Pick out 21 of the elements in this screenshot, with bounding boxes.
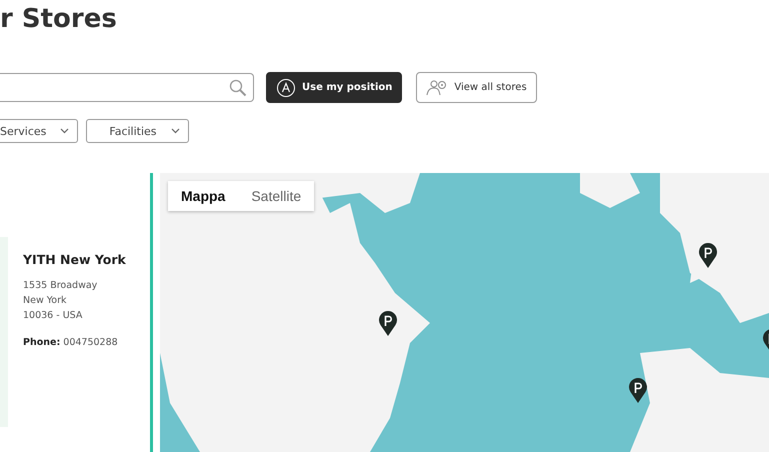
location-icon bbox=[276, 78, 296, 98]
store-address: 10036 - USA bbox=[23, 309, 84, 323]
map-type-tab[interactable]: Satellite bbox=[238, 181, 314, 211]
filter-dropdown[interactable]: Services bbox=[0, 119, 78, 143]
store-address: New York bbox=[23, 294, 68, 308]
chevron-icon bbox=[60, 128, 70, 134]
people-pin-icon bbox=[426, 78, 448, 96]
view-all-stores-button[interactable]: View all stores bbox=[416, 72, 537, 103]
search-field[interactable] bbox=[0, 73, 254, 102]
map-type-tab[interactable]: Mappa bbox=[168, 181, 238, 211]
page-title: r Stores bbox=[0, 3, 118, 36]
store-address: 1535 Broadway bbox=[23, 279, 98, 293]
map-pin-icon[interactable] bbox=[628, 378, 648, 404]
filter-dropdown[interactable]: Facilities bbox=[86, 119, 189, 143]
map-pin-icon[interactable] bbox=[698, 243, 718, 269]
map-pin-icon[interactable] bbox=[378, 311, 398, 337]
search-icon bbox=[229, 78, 247, 96]
store-name: YITH New York bbox=[23, 252, 126, 267]
store-phone: Phone: 004750288 bbox=[23, 337, 119, 348]
use-position-button[interactable]: Use my position bbox=[266, 72, 402, 103]
chevron-icon bbox=[170, 128, 180, 134]
